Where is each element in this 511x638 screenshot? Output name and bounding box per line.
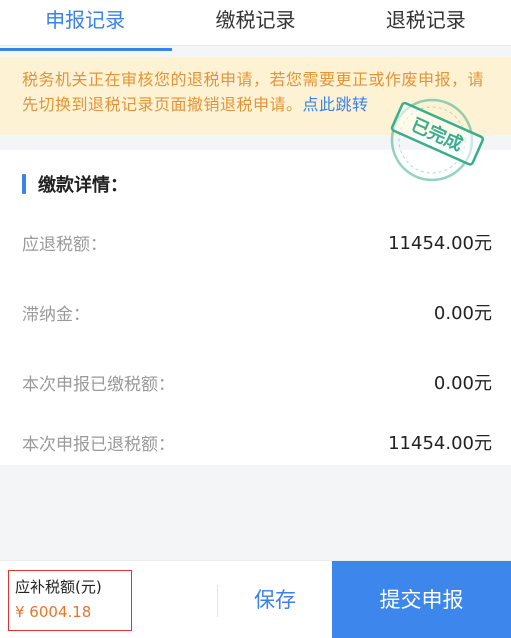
detail-row-paid-tax: 本次申报已缴税额： 0.00元 — [22, 367, 492, 397]
supplementary-tax-label: 应补税额(元) — [15, 578, 102, 596]
detail-value: 11454.00元 — [388, 433, 492, 454]
payment-details-panel: 缴款详情： 应退税额： 11454.00元 滞纳金： 0.00元 本次申报已缴税… — [0, 150, 511, 465]
detail-label: 应退税额： — [22, 234, 107, 255]
submit-declaration-button[interactable]: 提交申报 — [332, 561, 511, 638]
notice-jump-link[interactable]: 点此跳转 — [303, 95, 369, 114]
section-title: 缴款详情： — [22, 172, 128, 196]
detail-label: 滞纳金： — [22, 304, 90, 325]
bottom-action-bar: 应补税额(元) ¥ 6004.18 保存 提交申报 — [0, 560, 511, 638]
section-title-bar — [22, 174, 26, 194]
detail-label: 本次申报已缴税额： — [22, 374, 175, 395]
notice-text: 税务机关正在审核您的退税申请，若您需要更正或作废申报，请先切换到退税记录页面撤销… — [22, 70, 485, 114]
detail-row-refund-due: 应退税额： 11454.00元 — [22, 227, 492, 257]
tab-declaration-records[interactable]: 申报记录 — [0, 0, 173, 51]
detail-value: 0.00元 — [433, 303, 492, 324]
section-title-text: 缴款详情： — [38, 175, 128, 196]
detail-value: 11454.00元 — [388, 233, 492, 254]
supplementary-tax-amount: ¥ 6004.18 — [15, 603, 92, 621]
detail-value: 0.00元 — [433, 373, 492, 394]
detail-row-late-fee: 滞纳金： 0.00元 — [22, 297, 492, 327]
detail-row-refunded-tax: 本次申报已退税额： 11454.00元 — [22, 427, 492, 457]
supplementary-tax-box: 应补税额(元) ¥ 6004.18 — [8, 570, 132, 631]
tab-payment-records[interactable]: 缴税记录 — [170, 0, 340, 45]
review-notice: 税务机关正在审核您的退税申请，若您需要更正或作废申报，请先切换到退税记录页面撤销… — [0, 57, 511, 135]
tab-refund-records[interactable]: 退税记录 — [341, 0, 511, 45]
tab-bar: 申报记录 缴税记录 退税记录 — [0, 0, 511, 51]
save-button[interactable]: 保存 — [218, 561, 332, 638]
detail-label: 本次申报已退税额： — [22, 434, 175, 455]
